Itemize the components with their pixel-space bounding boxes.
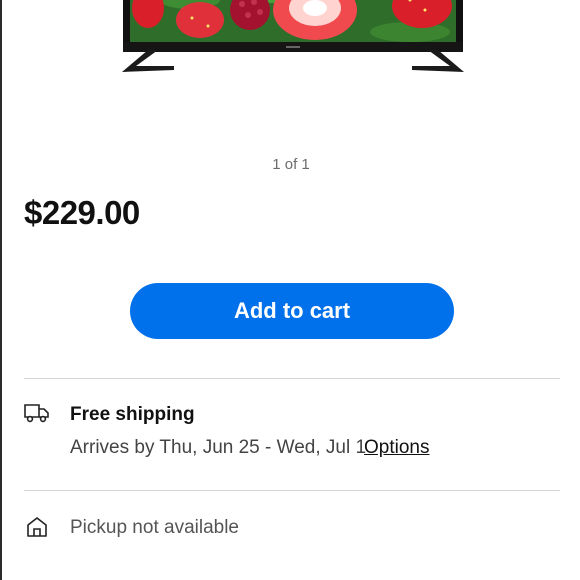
tv-leg-left bbox=[122, 50, 174, 72]
divider bbox=[24, 378, 560, 379]
truck-icon bbox=[24, 404, 49, 423]
shipping-title: Free shipping bbox=[70, 404, 195, 425]
divider bbox=[24, 490, 560, 491]
tv-frame bbox=[123, 0, 463, 52]
product-image[interactable] bbox=[118, 0, 468, 76]
pickup-status: Pickup not available bbox=[70, 517, 239, 538]
tv-screen bbox=[130, 0, 456, 42]
shipping-arrival: Arrives by Thu, Jun 25 - Wed, Jul 1 bbox=[70, 437, 367, 458]
tv-leg-right bbox=[412, 50, 464, 72]
image-counter: 1 of 1 bbox=[272, 156, 310, 173]
product-page: 1 of 1 $229.00 Add to cart Free shipping… bbox=[0, 0, 580, 580]
add-to-cart-button[interactable]: Add to cart bbox=[130, 283, 454, 339]
fruit-picture bbox=[130, 0, 456, 42]
tv-brand-mark bbox=[286, 46, 300, 48]
store-icon bbox=[27, 517, 47, 537]
shipping-options-link[interactable]: Options bbox=[364, 437, 429, 459]
product-price: $229.00 bbox=[24, 194, 140, 231]
